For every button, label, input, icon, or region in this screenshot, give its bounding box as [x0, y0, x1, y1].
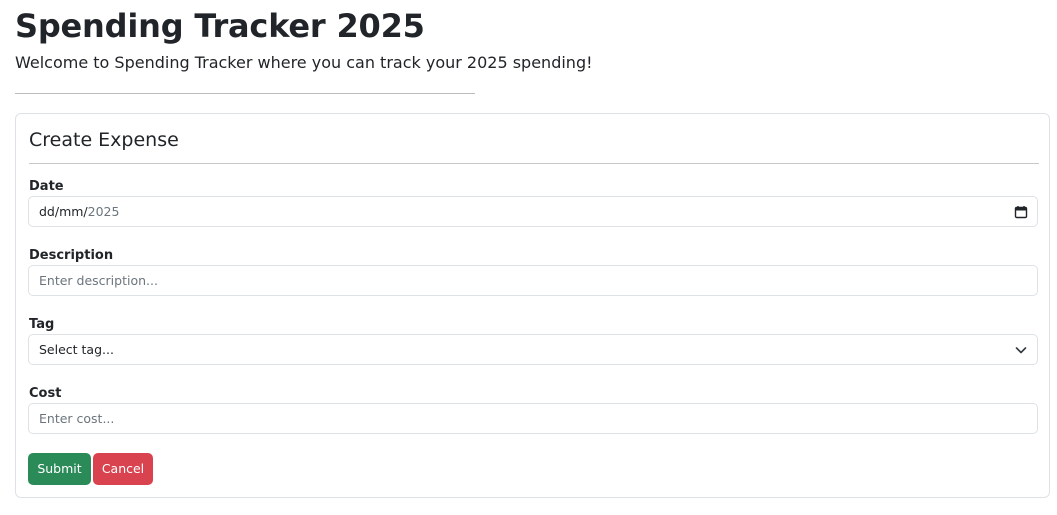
date-value-prefix: dd/mm/	[39, 204, 88, 219]
submit-button[interactable]: Submit	[28, 453, 91, 485]
tag-selected-value: Select tag...	[39, 342, 114, 357]
date-value-year: 2025	[87, 204, 120, 219]
cost-label: Cost	[29, 386, 62, 401]
cost-input[interactable]: Enter cost...	[28, 403, 1038, 434]
description-label: Description	[29, 248, 114, 263]
page-subtitle: Welcome to Spending Tracker where you ca…	[15, 53, 593, 72]
chevron-down-icon	[1015, 347, 1027, 354]
cost-placeholder: Enter cost...	[39, 411, 115, 426]
tag-select[interactable]: Select tag...	[28, 334, 1038, 365]
cancel-button[interactable]: Cancel	[93, 453, 153, 485]
card-title: Create Expense	[29, 129, 179, 151]
card-divider	[29, 163, 1039, 164]
description-input[interactable]: Enter description...	[28, 265, 1038, 296]
date-label: Date	[29, 179, 64, 194]
description-placeholder: Enter description...	[39, 273, 158, 288]
tag-label: Tag	[29, 317, 55, 332]
create-expense-card: Create Expense Date dd/mm/2025 Descripti…	[15, 113, 1050, 498]
date-input[interactable]: dd/mm/2025	[28, 196, 1038, 227]
calendar-icon[interactable]	[1014, 205, 1028, 219]
header-divider	[15, 93, 475, 94]
page: Spending Tracker 2025 Welcome to Spendin…	[0, 0, 1057, 515]
page-title: Spending Tracker 2025	[15, 7, 425, 45]
